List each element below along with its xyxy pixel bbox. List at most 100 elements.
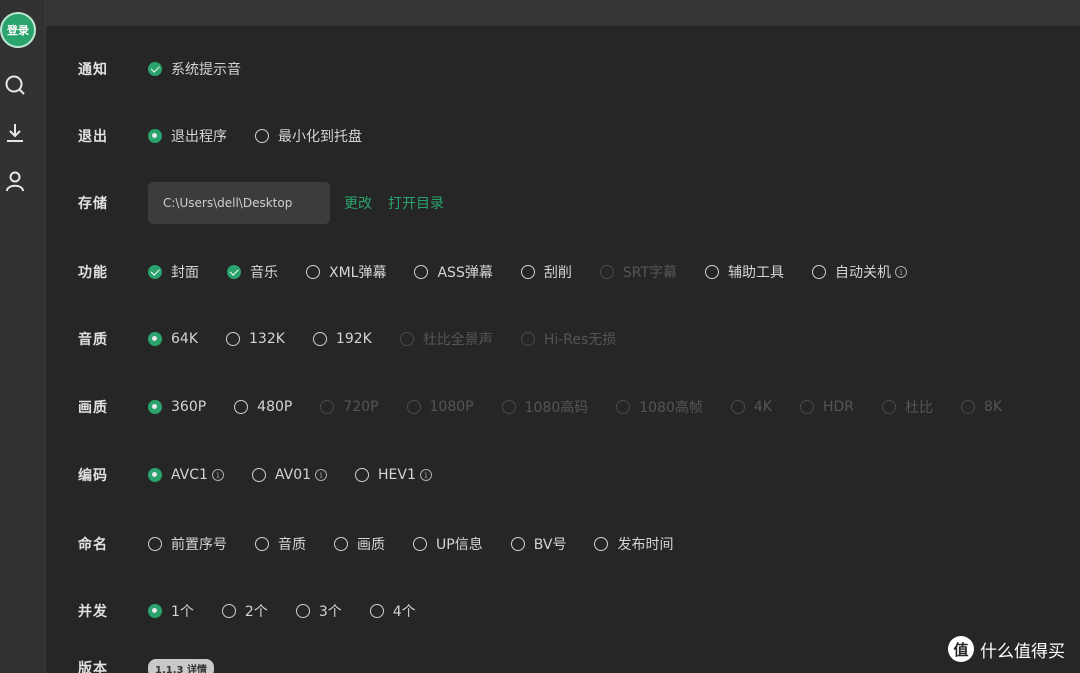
option-label: 前置序号 — [171, 537, 227, 553]
info-icon[interactable]: i — [211, 469, 224, 481]
checkbox-indicator[interactable] — [594, 537, 609, 551]
checkbox-indicator[interactable] — [227, 265, 241, 279]
codec-option[interactable]: AV01 i — [251, 467, 328, 483]
checkbox-indicator[interactable] — [812, 265, 826, 279]
option-label: UP信息 — [436, 537, 483, 553]
user-icon[interactable] — [4, 170, 26, 192]
radio-indicator[interactable] — [369, 604, 384, 618]
setting-row-codec: 编码 AVC1 i AV01 i HEV1 i — [78, 463, 432, 487]
concurrency-option[interactable]: 2个 — [221, 601, 268, 621]
radio-indicator[interactable] — [355, 468, 370, 482]
row-label: 存储 — [78, 196, 108, 212]
setting-row-notify: 通知 系统提示音 — [78, 57, 241, 81]
setting-row-version: 版本 1.1.3 详情 — [78, 656, 214, 673]
sidebar: 登录 — [0, 0, 46, 673]
title-bar — [46, 0, 1080, 26]
storage-path-field[interactable]: C:\Users\dell\Desktop — [148, 182, 330, 224]
search-icon[interactable] — [4, 74, 26, 96]
features-option[interactable]: 辅助工具 — [705, 262, 784, 282]
naming-option[interactable]: 音质 — [255, 534, 306, 554]
radio-indicator[interactable] — [251, 468, 266, 482]
version-badge[interactable]: 1.1.3 详情 — [148, 658, 214, 673]
row-label: 画质 — [78, 400, 108, 416]
audio-quality-option[interactable]: 192K — [312, 331, 372, 347]
concurrency-option[interactable]: 1个 — [148, 601, 194, 621]
video-quality-option[interactable]: 360P — [148, 399, 206, 415]
login-button[interactable]: 登录 — [0, 12, 36, 48]
video-quality-option[interactable]: 480P — [234, 399, 292, 415]
radio-indicator[interactable] — [295, 604, 310, 618]
video-quality-option: 1080P — [406, 399, 474, 415]
notify-option[interactable]: 系统提示音 — [148, 59, 241, 79]
checkbox-indicator[interactable] — [520, 265, 535, 279]
setting-row-concurrency: 并发 1个 2个 3个 4个 — [78, 599, 416, 623]
checkbox-indicator[interactable] — [705, 265, 719, 279]
checkbox-indicator[interactable] — [148, 265, 162, 279]
watermark-text: 什么值得买 — [980, 641, 1065, 662]
checkbox-indicator[interactable] — [414, 265, 429, 279]
radio-indicator[interactable] — [234, 400, 249, 414]
row-label: 版本 — [78, 661, 108, 673]
checkbox-indicator[interactable] — [413, 537, 427, 551]
checkbox-indicator[interactable] — [148, 537, 162, 551]
option-label: Hi-Res无损 — [543, 332, 617, 348]
option-label: 音乐 — [250, 265, 278, 281]
radio-indicator[interactable] — [148, 400, 162, 414]
info-icon[interactable]: i — [419, 469, 432, 481]
naming-option[interactable]: 前置序号 — [148, 534, 227, 554]
watermark-logo: 值 — [948, 636, 974, 662]
features-option[interactable]: 自动关机 i — [812, 262, 907, 282]
audio-quality-option[interactable]: 64K — [148, 331, 198, 347]
row-label: 命名 — [78, 537, 108, 553]
radio-indicator — [501, 400, 516, 414]
audio-quality-option: Hi-Res无损 — [520, 329, 617, 349]
info-icon[interactable]: i — [315, 469, 328, 481]
features-option[interactable]: 封面 — [148, 262, 199, 282]
radio-indicator[interactable] — [148, 332, 162, 346]
radio-indicator[interactable] — [312, 332, 327, 346]
change-path-link[interactable]: 更改 — [344, 193, 372, 213]
audio-quality-option[interactable]: 132K — [226, 331, 285, 347]
naming-option[interactable]: UP信息 — [413, 534, 483, 554]
option-label: 4个 — [392, 604, 416, 620]
checkbox-indicator[interactable] — [148, 62, 162, 76]
exit-option[interactable]: 最小化到托盘 — [255, 126, 362, 146]
codec-option[interactable]: HEV1 i — [355, 467, 432, 483]
concurrency-option[interactable]: 3个 — [295, 601, 342, 621]
features-option[interactable]: ASS弹幕 — [414, 262, 493, 282]
radio-indicator[interactable] — [221, 604, 236, 618]
checkbox-indicator[interactable] — [510, 537, 525, 551]
features-option[interactable]: XML弹幕 — [306, 262, 386, 282]
radio-indicator[interactable] — [148, 468, 162, 482]
naming-option[interactable]: 发布时间 — [594, 534, 673, 554]
exit-option[interactable]: 退出程序 — [148, 126, 227, 146]
features-option[interactable]: 音乐 — [227, 262, 278, 282]
option-label: 132K — [249, 331, 285, 347]
row-label: 功能 — [78, 265, 108, 281]
naming-option[interactable]: 画质 — [334, 534, 385, 554]
info-icon[interactable]: i — [895, 266, 907, 278]
option-label: AV01 — [274, 467, 312, 483]
video-quality-option: 8K — [961, 399, 1002, 415]
download-icon[interactable] — [4, 122, 26, 144]
checkbox-indicator[interactable] — [306, 265, 320, 279]
features-option[interactable]: 刮削 — [520, 262, 572, 282]
features-options: 封面 音乐 XML弹幕 ASS弹幕 刮削 SRT字幕 辅助工具 自动关机 i — [148, 262, 907, 282]
open-directory-link[interactable]: 打开目录 — [388, 193, 444, 213]
row-label: 音质 — [78, 332, 108, 348]
codec-option[interactable]: AVC1 i — [148, 467, 224, 483]
naming-option[interactable]: BV号 — [510, 534, 566, 554]
radio-indicator[interactable] — [255, 129, 269, 143]
checkbox-indicator[interactable] — [334, 537, 348, 551]
video-quality-option: 720P — [320, 399, 379, 415]
setting-row-naming: 命名 前置序号 音质 画质 UP信息 BV号 发布时间 — [78, 532, 673, 556]
radio-indicator[interactable] — [226, 332, 240, 346]
option-label: 3个 — [318, 604, 342, 620]
option-label: 刮削 — [543, 265, 572, 281]
checkbox-indicator[interactable] — [255, 537, 269, 551]
radio-indicator[interactable] — [148, 604, 162, 618]
concurrency-option[interactable]: 4个 — [369, 601, 416, 621]
audio-quality-option: 杜比全景声 — [399, 329, 493, 349]
radio-indicator[interactable] — [148, 129, 162, 143]
option-label: HEV1 — [378, 467, 416, 483]
